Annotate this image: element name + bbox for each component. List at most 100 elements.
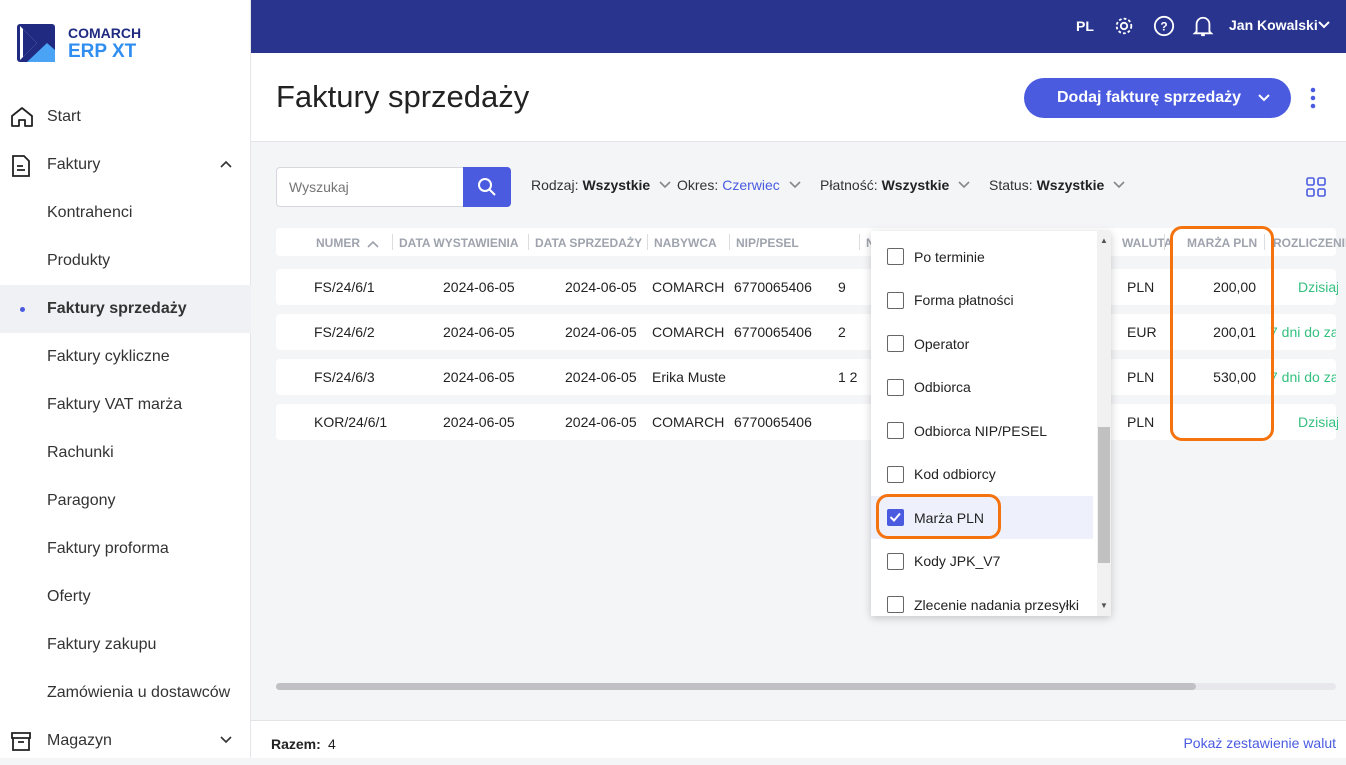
cell-waluta: PLN [1127, 369, 1155, 385]
chevron-up-icon[interactable] [219, 156, 233, 174]
cell-rozliczenie: Dzisiaj [1298, 414, 1338, 430]
option-label: Zlecenie nadania przesyłki [914, 596, 1079, 613]
cell-data-wyst: 2024-06-05 [443, 414, 515, 430]
cell-partial: 1 2 [838, 369, 858, 385]
chevron-down-icon[interactable] [219, 732, 233, 750]
filter-2[interactable]: Płatność: Wszystkie [820, 177, 971, 193]
currency-summary-link[interactable]: Pokaż zestawienie walut [1183, 735, 1336, 751]
filter-value: Wszystkie [881, 177, 950, 193]
filter-value: Wszystkie [1036, 177, 1105, 193]
column-header[interactable]: NUMER [316, 236, 360, 250]
sidebar-item-12[interactable]: Zamówienia u dostawców [0, 669, 251, 717]
page-header: Faktury sprzedaży Dodaj fakturę sprzedaż… [251, 53, 1346, 142]
column-header[interactable]: NIP/PESEL [736, 236, 799, 250]
scrollbar-thumb[interactable] [276, 683, 1196, 690]
cell-waluta: PLN [1127, 279, 1155, 295]
cell-data-wyst: 2024-06-05 [443, 369, 515, 385]
checkbox[interactable] [887, 465, 904, 483]
search-input[interactable] [276, 167, 464, 207]
sidebar-item-7[interactable]: Rachunki [0, 429, 251, 477]
column-option[interactable]: Zlecenie nadania przesyłki [871, 583, 1093, 616]
sidebar-item-5[interactable]: Faktury cykliczne [0, 333, 251, 381]
dropdown-scrollbar[interactable]: ▲ ▼ [1097, 231, 1111, 616]
scroll-up-icon[interactable]: ▲ [1100, 236, 1108, 245]
column-header[interactable]: DATA SPRZEDAŻY [535, 236, 642, 250]
add-invoice-button[interactable]: Dodaj fakturę sprzedaży [1024, 78, 1291, 118]
sidebar-item-8[interactable]: Paragony [0, 477, 251, 525]
more-options-icon[interactable] [1310, 87, 1316, 109]
sidebar-item-11[interactable]: Faktury zakupu [0, 621, 251, 669]
cell-nabywca: Erika Muste [652, 369, 726, 385]
chevron-down-icon [658, 177, 672, 193]
scrollbar-thumb[interactable] [1098, 427, 1110, 563]
column-option[interactable]: Operator [871, 322, 1093, 365]
column-option[interactable]: Kod odbiorcy [871, 453, 1093, 496]
option-label: Po terminie [914, 248, 985, 265]
active-dot-icon [20, 306, 25, 312]
language-selector[interactable]: PL [1076, 18, 1094, 34]
column-option[interactable]: Po terminie [871, 235, 1093, 278]
sidebar-item-2[interactable]: Kontrahenci [0, 189, 251, 237]
cell-data-wyst: 2024-06-05 [443, 324, 515, 340]
option-label: Odbiorca [914, 379, 971, 395]
sidebar-item-label: Kontrahenci [47, 204, 133, 221]
search-button[interactable] [463, 167, 511, 207]
column-option[interactable]: Kody JPK_V7 [871, 540, 1093, 583]
filter-3[interactable]: Status: Wszystkie [989, 177, 1126, 193]
sidebar-item-6[interactable]: Faktury VAT marża [0, 381, 251, 429]
sidebar-item-3[interactable]: Produkty [0, 237, 251, 285]
filter-label: Rodzaj: [531, 177, 579, 193]
filter-label: Okres: [677, 177, 719, 193]
footer: Razem: 4 Pokaż zestawienie walut [251, 720, 1346, 758]
sidebar-item-10[interactable]: Oferty [0, 573, 251, 621]
highlight-marza-column [1170, 226, 1274, 441]
page-title: Faktury sprzedaży [276, 79, 530, 114]
column-divider [859, 234, 860, 250]
filter-label: Płatność: [820, 177, 878, 193]
sidebar-item-label: Oferty [47, 588, 91, 605]
help-icon[interactable]: ? [1153, 15, 1175, 37]
cell-nip: 6770065406 [734, 279, 812, 295]
scroll-down-icon[interactable]: ▼ [1100, 601, 1108, 610]
gear-icon[interactable] [1113, 15, 1135, 37]
column-option[interactable]: Odbiorca NIP/PESEL [871, 409, 1093, 452]
sidebar-item-1[interactable]: Faktury [0, 141, 251, 189]
column-option[interactable]: Odbiorca [871, 366, 1093, 409]
grid-view-icon[interactable] [1306, 177, 1326, 197]
cell-rozliczenie: 7 dni do zapłaty [1270, 324, 1336, 340]
checkbox[interactable] [887, 422, 904, 439]
sidebar-item-label: Start [47, 108, 81, 125]
cell-waluta: PLN [1127, 414, 1155, 430]
user-menu[interactable]: Jan Kowalski [1229, 17, 1318, 33]
checkbox[interactable] [887, 552, 904, 570]
column-option[interactable]: Forma płatności [871, 279, 1093, 322]
checkbox[interactable] [887, 378, 904, 396]
chevron-down-icon[interactable] [1317, 20, 1331, 30]
cell-partial: 9 [838, 279, 846, 295]
column-header[interactable]: NABYWCA [654, 236, 717, 250]
brand-line2: ERP XT [68, 41, 137, 62]
checkbox[interactable] [887, 291, 904, 309]
checkbox[interactable] [887, 335, 904, 352]
checkbox[interactable] [887, 248, 904, 265]
filter-1[interactable]: Okres: Czerwiec [677, 177, 802, 193]
sidebar-item-label: Produkty [47, 252, 111, 269]
option-label: Operator [914, 335, 970, 352]
bell-icon[interactable] [1192, 14, 1214, 38]
column-divider [1164, 234, 1165, 250]
sort-ascending-icon[interactable] [366, 236, 380, 254]
svg-text:?: ? [1160, 20, 1167, 34]
sidebar-item-9[interactable]: Faktury proforma [0, 525, 251, 573]
cell-rozliczenie: 7 dni do zapłaty [1270, 369, 1336, 385]
sidebar-item-label: Zamówienia u dostawców [47, 684, 231, 701]
column-header[interactable]: ROZLICZENIE [1273, 236, 1346, 250]
horizontal-scrollbar[interactable] [276, 683, 1336, 690]
column-header[interactable]: DATA WYSTAWIENIA [399, 236, 519, 250]
filter-0[interactable]: Rodzaj: Wszystkie [531, 177, 672, 193]
chevron-down-icon[interactable] [1257, 93, 1271, 103]
cell-data-sprz: 2024-06-05 [565, 324, 637, 340]
sidebar-item-4[interactable]: Faktury sprzedaży [0, 285, 251, 333]
filter-value: Wszystkie [582, 177, 651, 193]
sidebar-item-0[interactable]: Start [0, 93, 251, 141]
checkbox[interactable] [887, 596, 904, 613]
